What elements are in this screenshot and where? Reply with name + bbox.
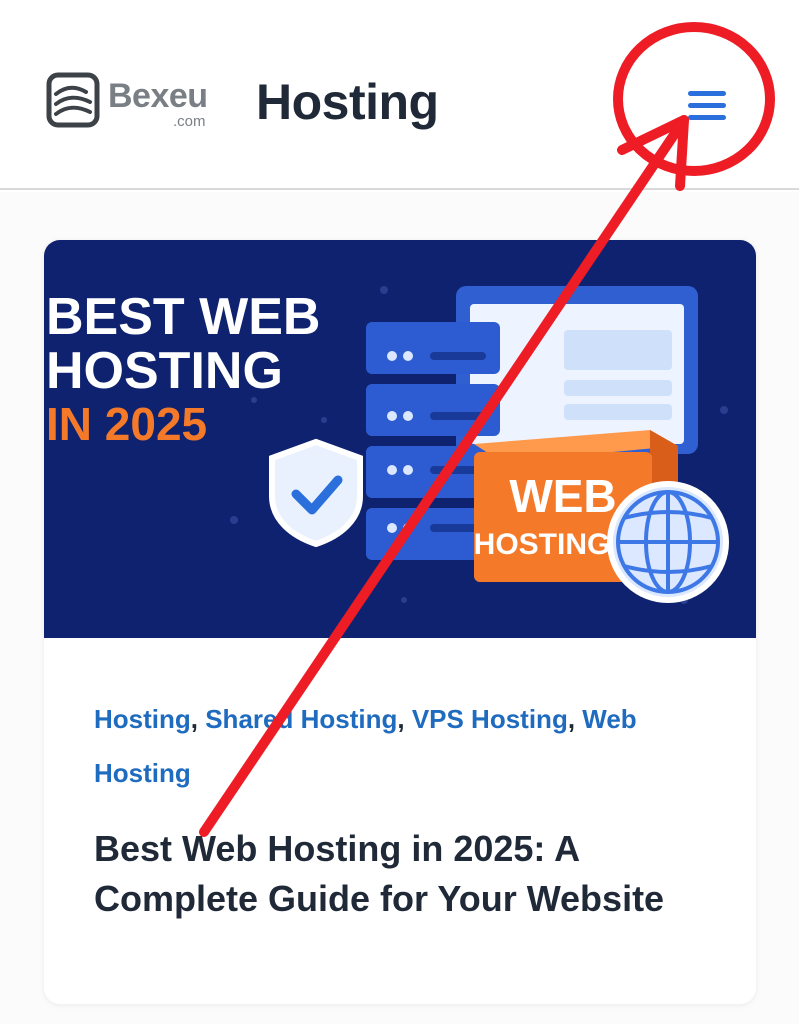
category-separator: , — [397, 704, 412, 734]
post-title[interactable]: Best Web Hosting in 2025: A Complete Gui… — [94, 824, 714, 924]
menu-button[interactable] — [678, 80, 736, 130]
hero-headline-line1: BEST WEB — [46, 288, 320, 346]
category-link-hosting[interactable]: Hosting — [94, 704, 191, 734]
hamburger-menu-icon-bar — [688, 114, 726, 120]
category-link-shared-hosting[interactable]: Shared Hosting — [205, 704, 397, 734]
category-separator: , — [190, 704, 206, 734]
post-categories: Hosting, Shared Hosting, VPS Hosting, We… — [94, 692, 704, 800]
site-header: Bexeu .com Hosting — [0, 0, 799, 190]
box-label-line1: WEB — [509, 470, 616, 522]
logo-wordmark: Bexeu — [108, 77, 208, 115]
post-card: WEB HOSTING BEST WEB HOSTING IN 2025 Hos… — [44, 240, 756, 1004]
bexeu-logo-icon — [46, 72, 100, 128]
hamburger-menu-icon — [688, 90, 726, 96]
site-title[interactable]: Hosting — [256, 74, 439, 130]
hamburger-menu-icon-bar — [688, 102, 726, 108]
globe-icon — [607, 481, 729, 603]
shield-check-icon — [269, 438, 363, 548]
logo-tld: .com — [173, 113, 206, 130]
site-logo[interactable]: Bexeu .com — [46, 72, 226, 132]
category-link-vps-hosting[interactable]: VPS Hosting — [412, 704, 568, 734]
box-label-line2: HOSTING — [474, 528, 611, 561]
category-separator: , — [567, 704, 583, 734]
hero-headline-line3: IN 2025 — [46, 398, 207, 450]
post-featured-image[interactable]: WEB HOSTING BEST WEB HOSTING IN 2025 — [44, 240, 756, 638]
hero-headline-line2: HOSTING — [46, 342, 283, 400]
